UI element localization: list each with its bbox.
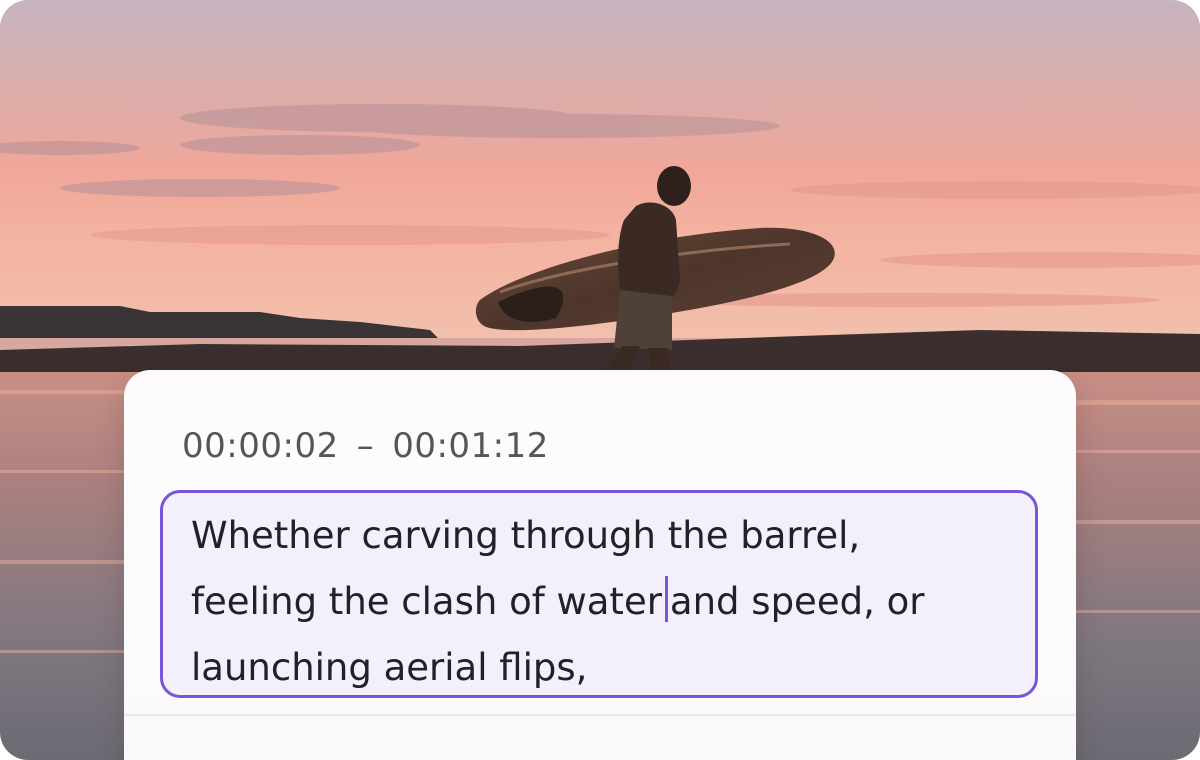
caption-segment: and speed, or <box>669 580 925 623</box>
text-cursor <box>664 576 668 622</box>
caption-timecode[interactable]: 00:00:02 – 00:01:12 <box>182 426 549 466</box>
caption-text-editor[interactable]: Whether carving through the barrel, feel… <box>160 490 1038 698</box>
caption-segment: feeling the clash of water <box>191 580 662 623</box>
start-timecode[interactable]: 00:00:02 <box>182 426 339 466</box>
video-preview: 00:00:02 – 00:01:12 Whether carving thro… <box>0 0 1200 760</box>
divider <box>124 714 1076 716</box>
timecode-separator: – <box>356 426 375 466</box>
caption-line: launching aerial flips, <box>191 646 588 689</box>
end-timecode[interactable]: 00:01:12 <box>392 426 549 466</box>
caption-line: feeling the clash of water and speed, or <box>191 569 1009 635</box>
caption-card: 00:00:02 – 00:01:12 Whether carving thro… <box>124 370 1076 760</box>
caption-line: Whether carving through the barrel, <box>191 514 861 557</box>
